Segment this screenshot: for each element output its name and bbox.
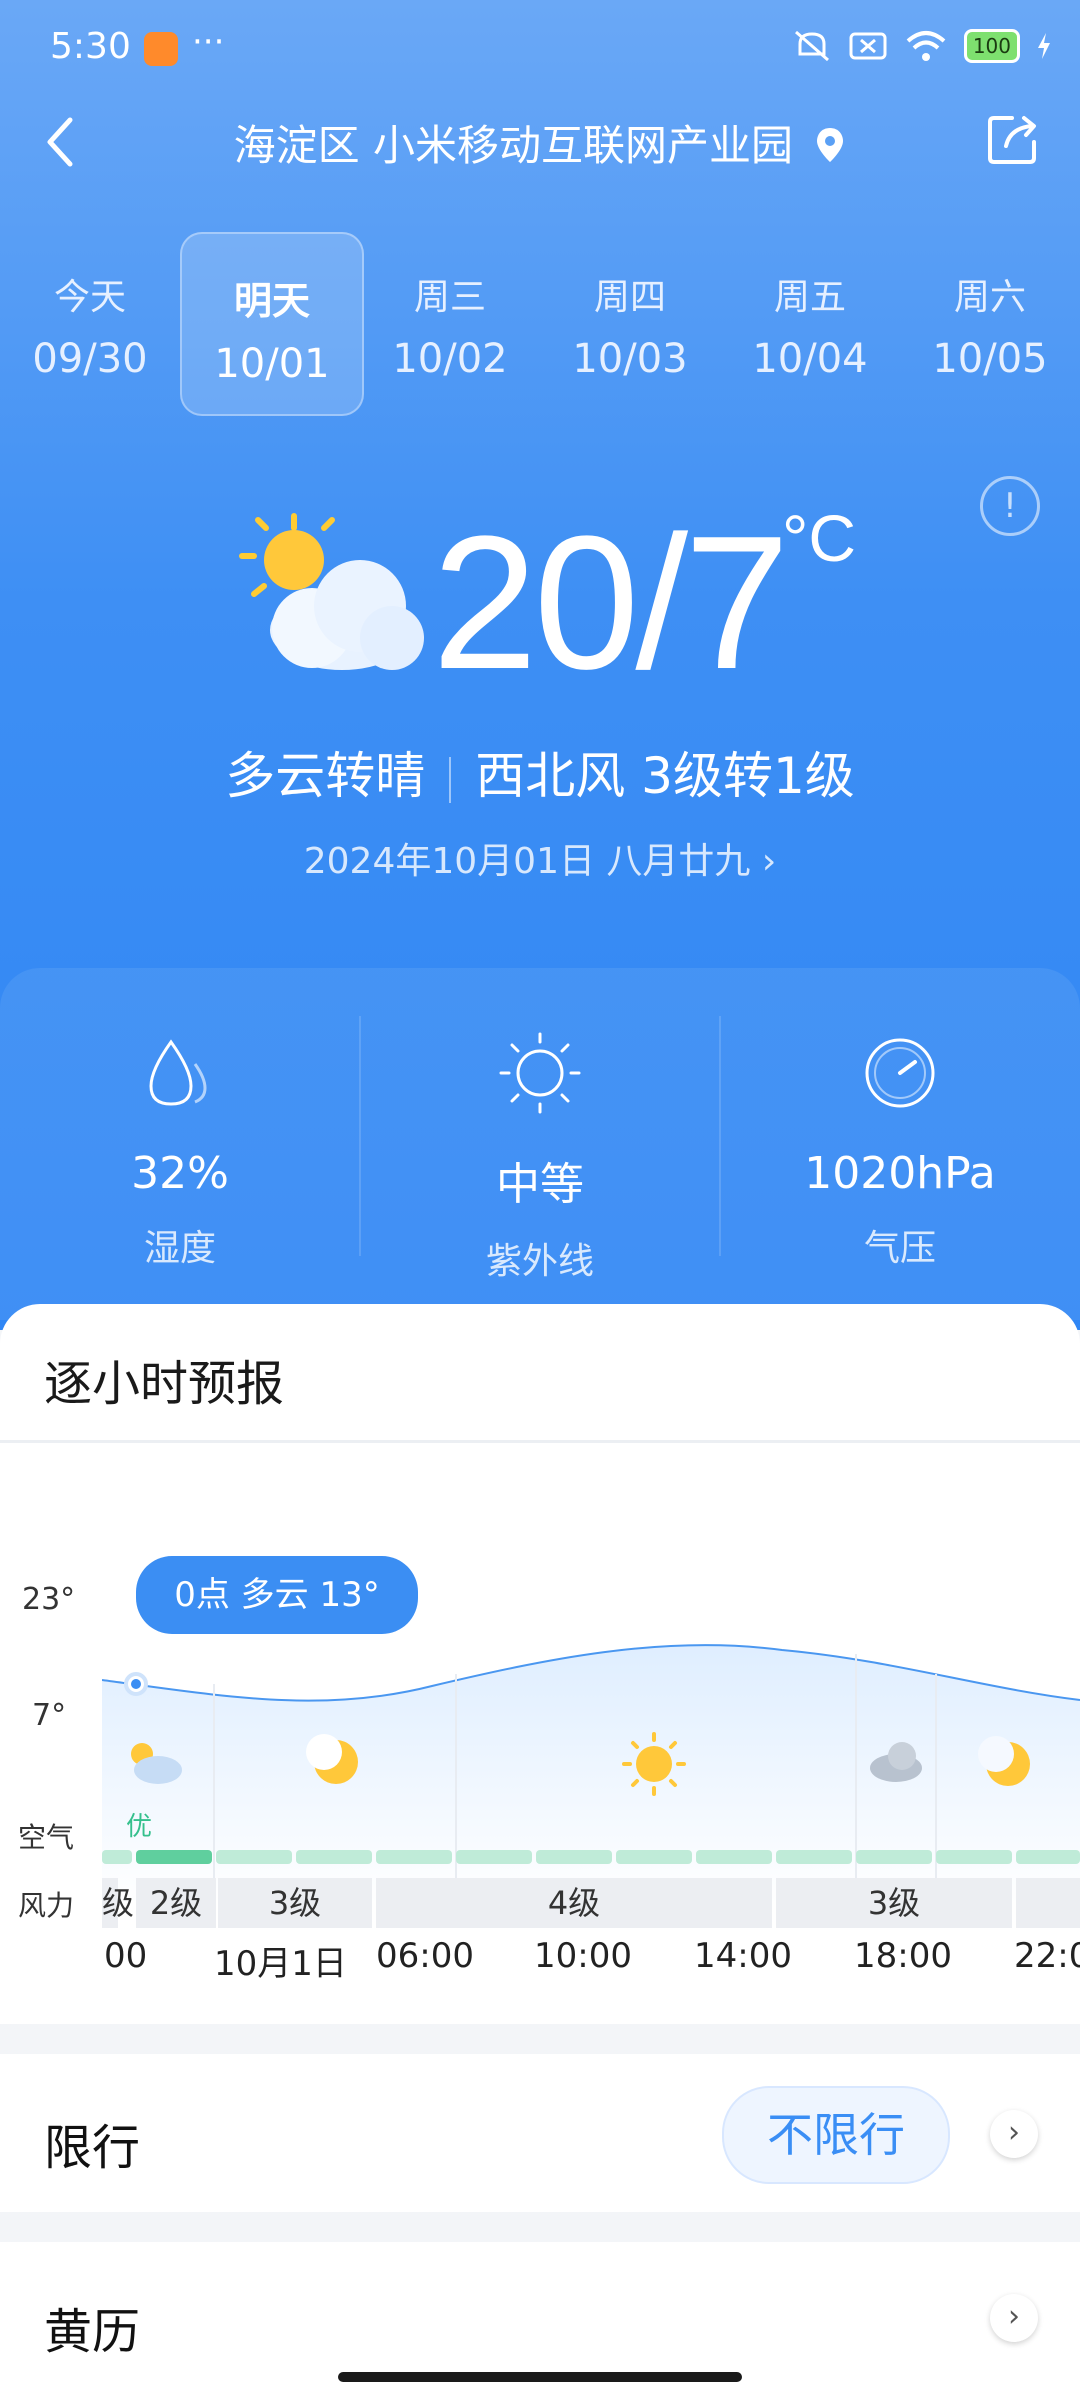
temperature-unit: °C <box>782 501 857 575</box>
time-label: 10:00 <box>534 1936 632 1976</box>
wind-cell: 3级 <box>776 1878 1012 1928</box>
wind-cell: 4级 <box>376 1878 772 1928</box>
location-pin-icon <box>817 128 844 162</box>
y-axis-low: 7° <box>32 1698 67 1733</box>
weather-screen: 5:30 ··· 100 海淀区 小米移动互联网产业园 今天 09/30 明天 … <box>0 0 1080 2400</box>
restriction-title: 限行 <box>44 2120 141 2176</box>
wind-text: 西北风 3级转1级 <box>475 747 855 805</box>
restriction-status[interactable]: 不限行 <box>722 2086 950 2184</box>
day-tab-wed[interactable]: 周三 10/02 <box>360 232 540 412</box>
info-icon[interactable]: ! <box>980 476 1040 536</box>
mute-icon <box>794 30 829 62</box>
humidity-stat[interactable]: 32% 湿度 <box>0 1028 360 1271</box>
hourly-title: 逐小时预报 <box>44 1356 285 1412</box>
wind-row-label: 风力 <box>18 1889 75 1922</box>
humidity-value: 32% <box>131 1148 229 1199</box>
almanac-title: 黄历 <box>44 2304 141 2360</box>
temperature-range: 20/7 <box>432 497 790 709</box>
lunar-date-link[interactable]: 2024年10月01日 八月廿九 › <box>0 832 1080 884</box>
charging-icon <box>1038 33 1050 59</box>
battery-indicator: 100 <box>963 29 1020 63</box>
uv-stat[interactable]: 中等 紫外线 <box>360 1028 720 1284</box>
day-name: 周四 <box>593 277 666 318</box>
wind-cell: 2级 <box>136 1878 216 1928</box>
hourly-forecast-panel: 逐小时预报 23° 7° 空气 风力 0点 多云 13° 优 级 2级 3级 4… <box>0 1304 1080 2024</box>
day-name: 周六 <box>953 277 1026 318</box>
wind-cell <box>1016 1878 1080 1928</box>
uv-value: 中等 <box>496 1159 584 1210</box>
app-notification-icon <box>144 32 178 66</box>
humidity-icon <box>149 1039 207 1106</box>
divider <box>449 756 452 803</box>
day-tabs: 今天 09/30 明天 10/01 周三 10/02 周四 10/03 周五 1… <box>0 232 1080 416</box>
air-quality-label: 优 <box>126 1812 153 1842</box>
temperature-area <box>102 1645 1080 1904</box>
uv-label: 紫外线 <box>485 1241 594 1282</box>
home-indicator[interactable] <box>338 2372 742 2382</box>
day-date: 10/05 <box>932 336 1048 382</box>
day-date: 10/02 <box>392 336 508 382</box>
day-date: 10/01 <box>214 341 330 387</box>
y-axis-high: 23° <box>22 1582 76 1617</box>
status-icons: 100 <box>792 28 1052 64</box>
pressure-label: 气压 <box>863 1228 936 1269</box>
day-date: 10/04 <box>752 336 868 382</box>
condition-line: 多云转晴 西北风 3级转1级 <box>0 736 1080 808</box>
day-date: 10/03 <box>572 336 688 382</box>
uv-sun-icon <box>499 1032 581 1114</box>
day-name: 今天 <box>53 277 126 318</box>
day-tab-thu[interactable]: 周四 10/03 <box>540 232 720 412</box>
more-notifications-icon: ··· <box>192 22 225 62</box>
wind-cell: 级 <box>102 1878 134 1928</box>
humidity-label: 湿度 <box>143 1228 216 1269</box>
air-row-label: 空气 <box>18 1821 75 1854</box>
day-date: 09/30 <box>32 336 148 382</box>
day-name: 周五 <box>773 277 846 318</box>
partly-cloudy-icon <box>239 513 424 670</box>
wind-cell: 3级 <box>218 1878 372 1928</box>
location-title[interactable]: 海淀区 小米移动互联网产业园 <box>0 112 1080 173</box>
day-tab-fri[interactable]: 周五 10/04 <box>720 232 900 412</box>
pressure-stat[interactable]: 1020hPa 气压 <box>720 1028 1080 1271</box>
status-time: 5:30 <box>50 26 131 67</box>
day-tab-sat[interactable]: 周六 10/05 <box>900 232 1080 412</box>
day-name: 明天 <box>233 279 310 323</box>
pressure-gauge-icon <box>865 1038 935 1108</box>
day-tab-today[interactable]: 今天 09/30 <box>0 232 180 412</box>
chevron-right-icon[interactable]: › <box>990 2294 1038 2342</box>
time-label: 14:00 <box>694 1936 792 1976</box>
time-label: 18:00 <box>854 1936 952 1976</box>
day-name: 周三 <box>413 277 486 318</box>
location-text: 海淀区 小米移动互联网产业园 <box>233 121 793 170</box>
condition-text: 多云转晴 <box>225 747 426 805</box>
time-label: 00 <box>104 1936 148 1976</box>
pressure-value: 1020hPa <box>804 1148 996 1199</box>
stats-card: 32% 湿度 中等 紫外线 1020hPa 气压 <box>0 968 1080 1320</box>
share-button[interactable] <box>984 108 1044 168</box>
time-label: 10月1日 <box>214 1944 347 1984</box>
restriction-card[interactable]: 限行 不限行 › <box>0 2054 1080 2212</box>
day-tab-tomorrow[interactable]: 明天 10/01 <box>180 232 364 416</box>
wifi-icon <box>906 31 946 61</box>
time-label: 22:0 <box>1014 1936 1080 1976</box>
hourly-tooltip: 0点 多云 13° <box>136 1556 418 1634</box>
divider <box>0 1440 1080 1443</box>
chevron-right-icon[interactable]: › <box>990 2110 1038 2158</box>
sim-off-icon <box>849 32 887 60</box>
time-label: 06:00 <box>376 1936 474 1976</box>
